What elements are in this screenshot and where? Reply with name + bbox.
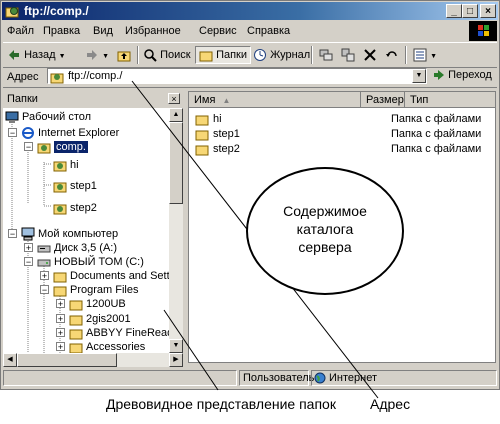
address-caption: Адрес <box>370 396 411 412</box>
server-contents-callout: Содержимое каталога сервера <box>246 167 404 295</box>
callout-line: сервера <box>298 239 352 255</box>
callout-line: каталога <box>296 221 354 237</box>
tree-view-caption: Древовидное представление папок <box>106 396 336 412</box>
callout-line: Содержимое <box>283 203 367 219</box>
